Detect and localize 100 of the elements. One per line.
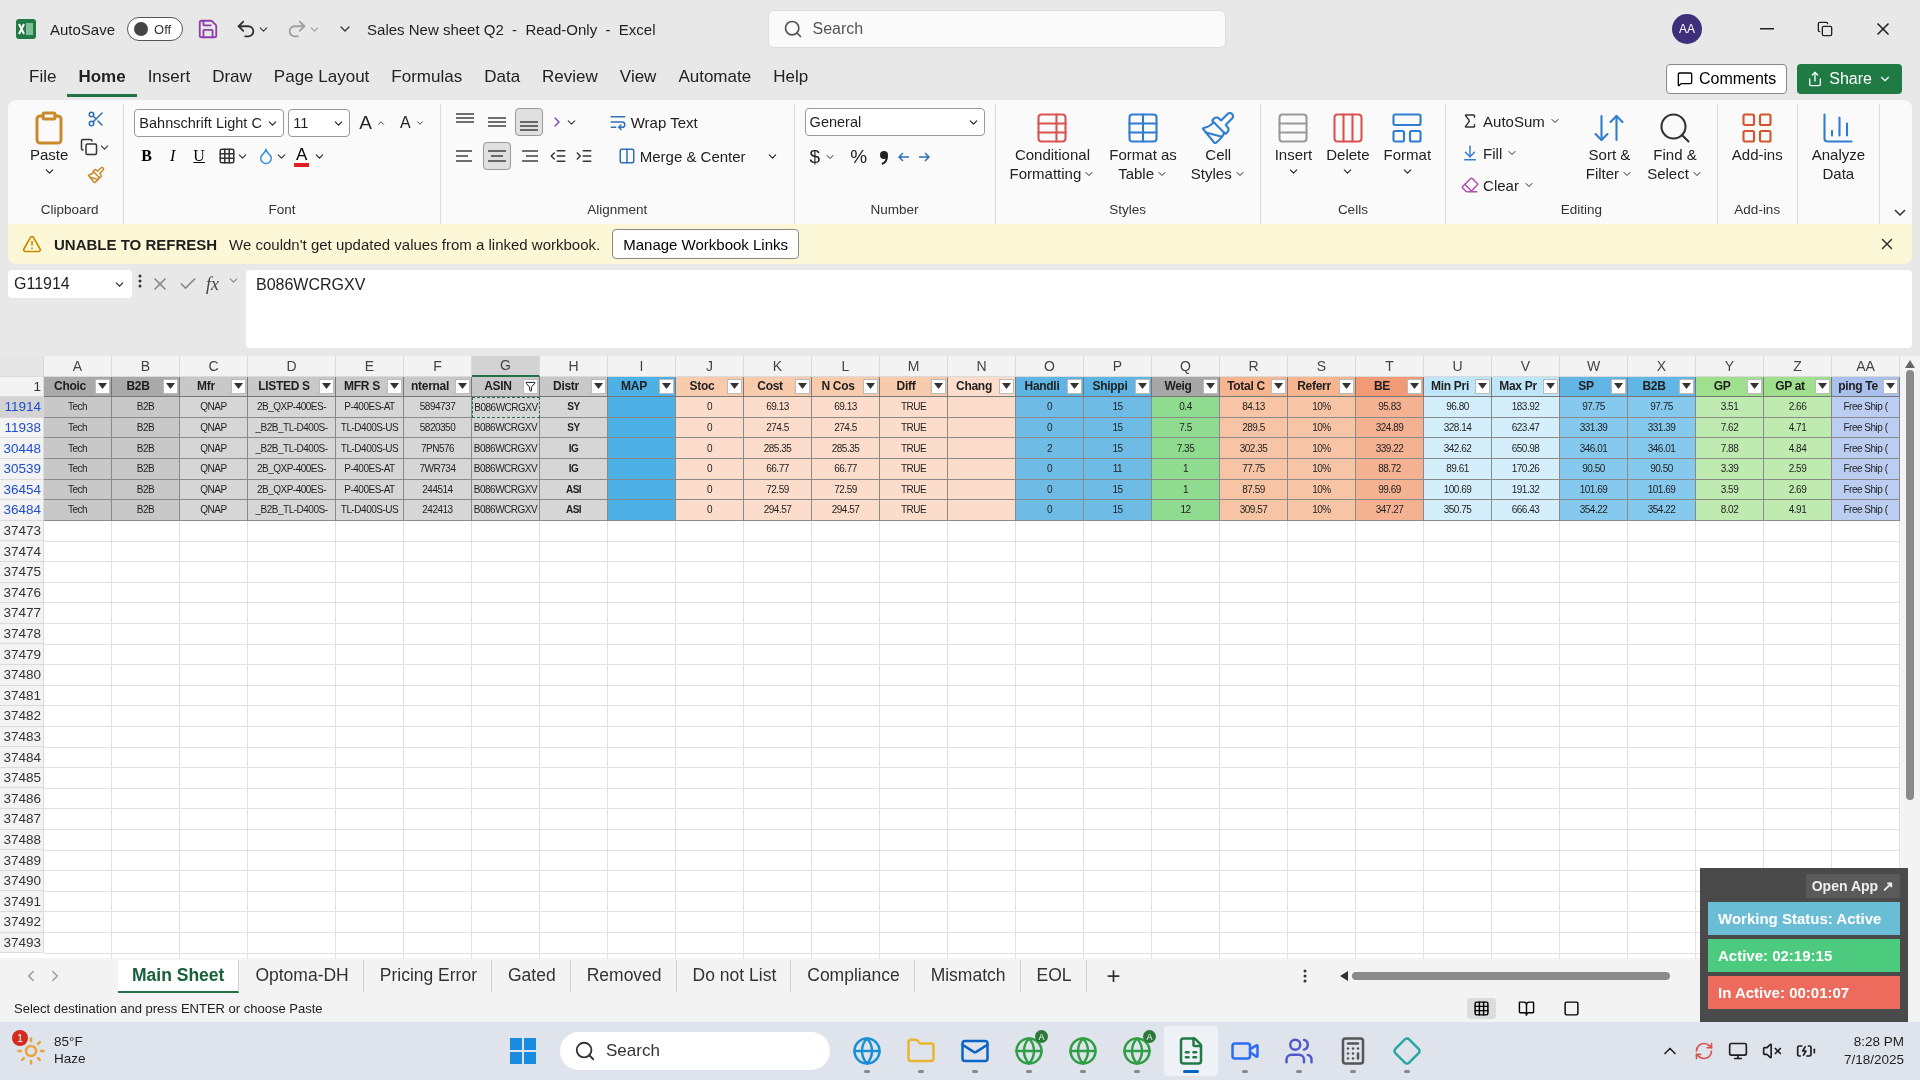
filter-button[interactable] — [1067, 378, 1082, 394]
sun-icon[interactable] — [16, 1036, 46, 1066]
name-box[interactable]: G11914 — [8, 270, 132, 298]
wrap-text-button[interactable]: Wrap Text — [603, 109, 703, 135]
filter-button[interactable] — [1475, 378, 1490, 394]
filter-button[interactable] — [1407, 378, 1422, 394]
search-field[interactable]: Search — [767, 10, 1226, 48]
formula-field[interactable]: B086WCRGXV — [246, 270, 1912, 348]
add-sheet-button[interactable]: + — [1088, 962, 1139, 990]
ribbon-button[interactable]: Sort & Filter — [1581, 108, 1638, 186]
column-letter[interactable]: A — [44, 356, 112, 377]
filter-button[interactable] — [1747, 378, 1762, 394]
app-logo-icon[interactable] — [14, 17, 38, 41]
row-number[interactable]: 30448 — [0, 438, 44, 459]
filter-button[interactable] — [455, 378, 470, 394]
column-letter[interactable]: X — [1628, 356, 1696, 377]
vertical-scrollbar[interactable] — [1900, 356, 1920, 958]
column-letter[interactable]: W — [1560, 356, 1628, 377]
taskbar-app-button[interactable]: A — [1002, 1026, 1056, 1076]
taskbar-app-button[interactable]: A — [1110, 1026, 1164, 1076]
menu-tab[interactable]: Home — [67, 61, 137, 97]
row-number[interactable]: 30539 — [0, 458, 44, 480]
row-number[interactable]: 37483 — [0, 726, 44, 748]
sheet-tab[interactable]: Optoma-DH — [241, 959, 364, 993]
grow-font-button[interactable]: A — [354, 108, 392, 138]
filter-button[interactable] — [1679, 378, 1694, 394]
row-number[interactable]: 37493 — [0, 932, 44, 954]
column-letter[interactable]: J — [676, 356, 744, 377]
row-number[interactable]: 37473 — [0, 520, 44, 542]
column-letter[interactable]: O — [1016, 356, 1084, 377]
column-letter[interactable]: N — [948, 356, 1016, 377]
row-number[interactable]: 11914 — [0, 397, 44, 418]
sheet-tab[interactable]: Gated — [494, 959, 571, 993]
sheet-tab[interactable]: Mismatch — [916, 959, 1021, 993]
scroll-left-icon[interactable] — [1340, 971, 1348, 981]
column-letter[interactable]: D — [248, 356, 336, 377]
row-number[interactable]: 37474 — [0, 541, 44, 562]
row-number[interactable]: 37487 — [0, 809, 44, 830]
row-number[interactable]: 37478 — [0, 623, 44, 645]
menu-tab[interactable]: Automate — [667, 61, 763, 97]
filter-button[interactable] — [999, 378, 1014, 394]
row-number[interactable]: 37475 — [0, 561, 44, 583]
filter-button[interactable] — [523, 378, 538, 394]
share-button[interactable]: Share — [1797, 64, 1902, 94]
column-letter[interactable]: Y — [1696, 356, 1764, 377]
filter-button[interactable] — [163, 378, 178, 394]
row-number[interactable]: 37486 — [0, 788, 44, 810]
filter-button[interactable] — [231, 378, 246, 394]
ribbon-button[interactable]: Analyze Data — [1807, 108, 1870, 186]
menu-tab[interactable]: Page Layout — [262, 61, 381, 97]
font-style-button[interactable]: B — [134, 144, 160, 168]
column-letter[interactable]: V — [1492, 356, 1560, 377]
filter-button[interactable] — [931, 378, 946, 394]
column-letter[interactable]: U — [1424, 356, 1492, 377]
merge-center-button[interactable]: Merge & Center — [612, 143, 784, 169]
taskbar-search-field[interactable]: Search — [560, 1032, 830, 1070]
filter-button[interactable] — [1271, 378, 1286, 394]
menu-tab[interactable]: Review — [531, 61, 609, 97]
number-format-field[interactable]: General — [804, 108, 985, 136]
column-letter[interactable]: G — [472, 356, 540, 377]
align-button[interactable] — [482, 142, 511, 170]
paste-button[interactable]: Paste — [26, 108, 73, 180]
ribbon-button[interactable]: Format as Table — [1105, 108, 1181, 186]
filter-button[interactable] — [863, 378, 878, 394]
more-icon[interactable] — [138, 274, 142, 288]
muted-speaker-icon[interactable] — [1761, 1041, 1782, 1061]
row-number[interactable]: 37485 — [0, 767, 44, 789]
decrease-decimal-button[interactable] — [916, 150, 933, 164]
currency-button[interactable]: $ — [804, 142, 842, 172]
open-app-button[interactable]: Open App ↗ — [1805, 874, 1900, 898]
row-number[interactable]: 37476 — [0, 582, 44, 604]
filter-button[interactable] — [1339, 378, 1354, 394]
filter-button[interactable] — [1203, 378, 1218, 394]
font-size-field[interactable]: 11 — [288, 109, 351, 137]
column-letter[interactable]: H — [540, 356, 608, 377]
row-number[interactable]: 37481 — [0, 685, 44, 707]
scroll-up-icon[interactable] — [1905, 360, 1915, 368]
font-style-button[interactable]: I — [163, 144, 183, 168]
editing-button[interactable]: Fill — [1456, 140, 1566, 166]
sheet-tab[interactable]: EOL — [1022, 959, 1087, 993]
filter-button[interactable] — [319, 378, 334, 394]
filter-button[interactable] — [727, 378, 742, 394]
ribbon-button[interactable]: Format — [1379, 108, 1436, 180]
network-icon[interactable] — [1727, 1041, 1748, 1061]
menu-tab[interactable]: Draw — [201, 61, 263, 97]
comments-button[interactable]: Comments — [1665, 64, 1788, 94]
ribbon-button[interactable]: Cell Styles — [1186, 108, 1250, 186]
collapse-ribbon-icon[interactable] — [1894, 209, 1906, 216]
column-letter[interactable]: B — [112, 356, 180, 377]
font-name-field[interactable]: Bahnschrift Light C — [134, 109, 285, 137]
filter-button[interactable] — [795, 378, 810, 394]
font-color-button[interactable]: A — [293, 145, 310, 167]
column-letter[interactable]: Z — [1764, 356, 1832, 377]
editing-button[interactable]: Clear — [1456, 172, 1566, 198]
filter-button[interactable] — [1543, 378, 1558, 394]
filter-button[interactable] — [591, 378, 606, 394]
column-letter[interactable]: AA — [1832, 356, 1900, 377]
column-letter[interactable]: M — [880, 356, 948, 377]
column-letter[interactable]: K — [744, 356, 812, 377]
sheet-tab[interactable]: Main Sheet — [118, 959, 240, 993]
